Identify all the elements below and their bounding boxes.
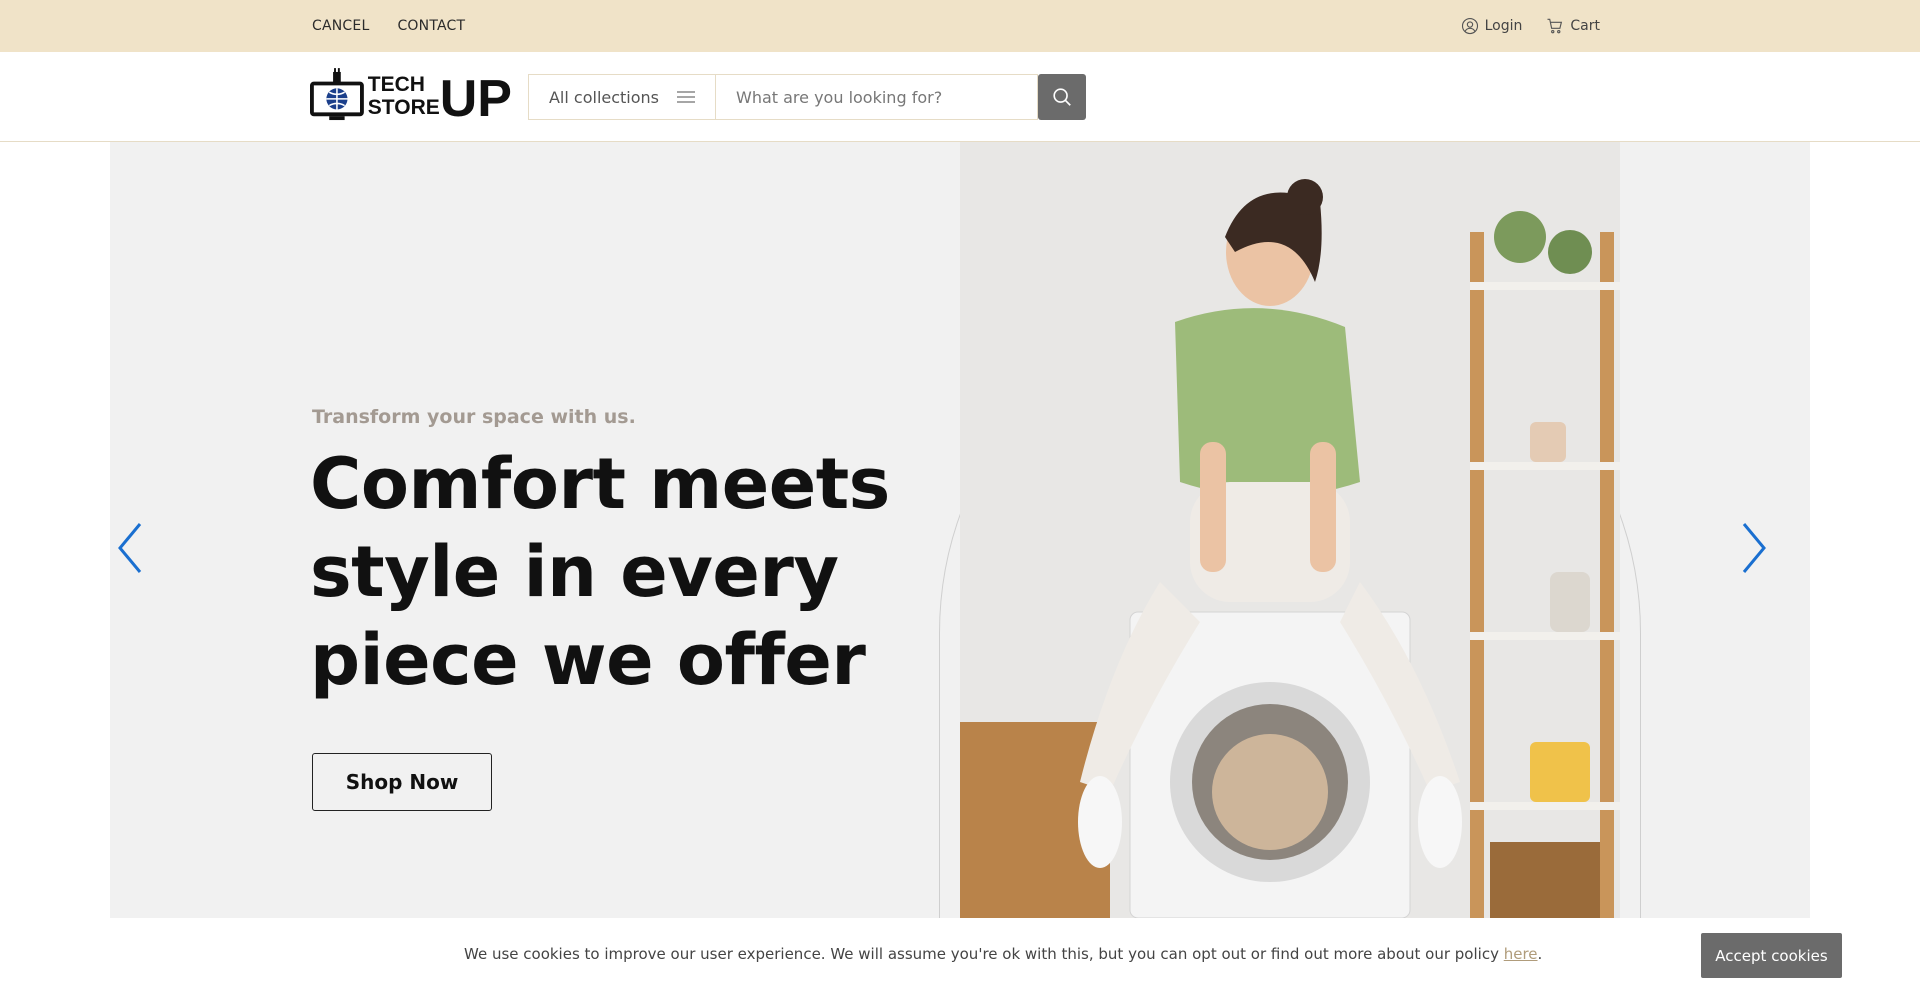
- cookie-text: We use cookies to improve our user exper…: [464, 945, 1504, 963]
- cart-link[interactable]: Cart: [1546, 17, 1600, 35]
- cancel-link[interactable]: CANCEL: [312, 18, 369, 34]
- hero-subtitle: Transform your space with us.: [312, 406, 636, 428]
- login-label: Login: [1484, 18, 1523, 34]
- logo-text: TECH STORE: [368, 73, 440, 119]
- chevron-right-icon: [1742, 523, 1766, 573]
- logo-line1: TECH: [367, 73, 425, 96]
- site-header: TECH STORE UP All collections: [0, 52, 1920, 142]
- hero-headline: Comfort meets style in every piece we of…: [310, 443, 890, 701]
- chevron-left-icon: [118, 523, 142, 573]
- slider-next-button[interactable]: [1730, 520, 1770, 576]
- cart-icon: [1547, 18, 1563, 34]
- cookie-trailing: .: [1537, 945, 1543, 963]
- cookie-message: We use cookies to improve our user exper…: [464, 945, 1542, 963]
- login-link[interactable]: Login: [1461, 17, 1523, 35]
- hero-image: [960, 142, 1620, 918]
- store-logo[interactable]: TECH STORE UP: [310, 64, 512, 128]
- slider-prev-button[interactable]: [114, 520, 154, 576]
- shop-now-button[interactable]: Shop Now: [312, 753, 492, 811]
- collections-label: All collections: [548, 87, 660, 107]
- cookie-banner: We use cookies to improve our user exper…: [0, 918, 1920, 993]
- search-button[interactable]: [1038, 74, 1086, 120]
- search-input[interactable]: [716, 74, 1038, 120]
- top-bar: CANCEL CONTACT Login Cart: [0, 0, 1920, 52]
- cookie-policy-link[interactable]: here: [1504, 945, 1538, 963]
- menu-icon: [677, 91, 696, 103]
- contact-link[interactable]: CONTACT: [397, 18, 465, 34]
- top-links: CANCEL CONTACT: [312, 0, 465, 52]
- search-icon: [1053, 88, 1071, 106]
- hero-slider: Transform your space with us. Comfort me…: [110, 142, 1810, 918]
- monitor-plug-icon: [310, 68, 364, 121]
- cart-label: Cart: [1570, 18, 1600, 34]
- all-collections-dropdown[interactable]: All collections: [528, 74, 716, 120]
- logo-up: UP: [439, 70, 512, 128]
- logo-line2: STORE: [367, 96, 440, 119]
- accept-cookies-button[interactable]: Accept cookies: [1701, 933, 1842, 978]
- hero-photo-illustration: [960, 142, 1620, 918]
- user-icon: [1461, 17, 1478, 35]
- account-links: Login Cart: [1461, 0, 1600, 52]
